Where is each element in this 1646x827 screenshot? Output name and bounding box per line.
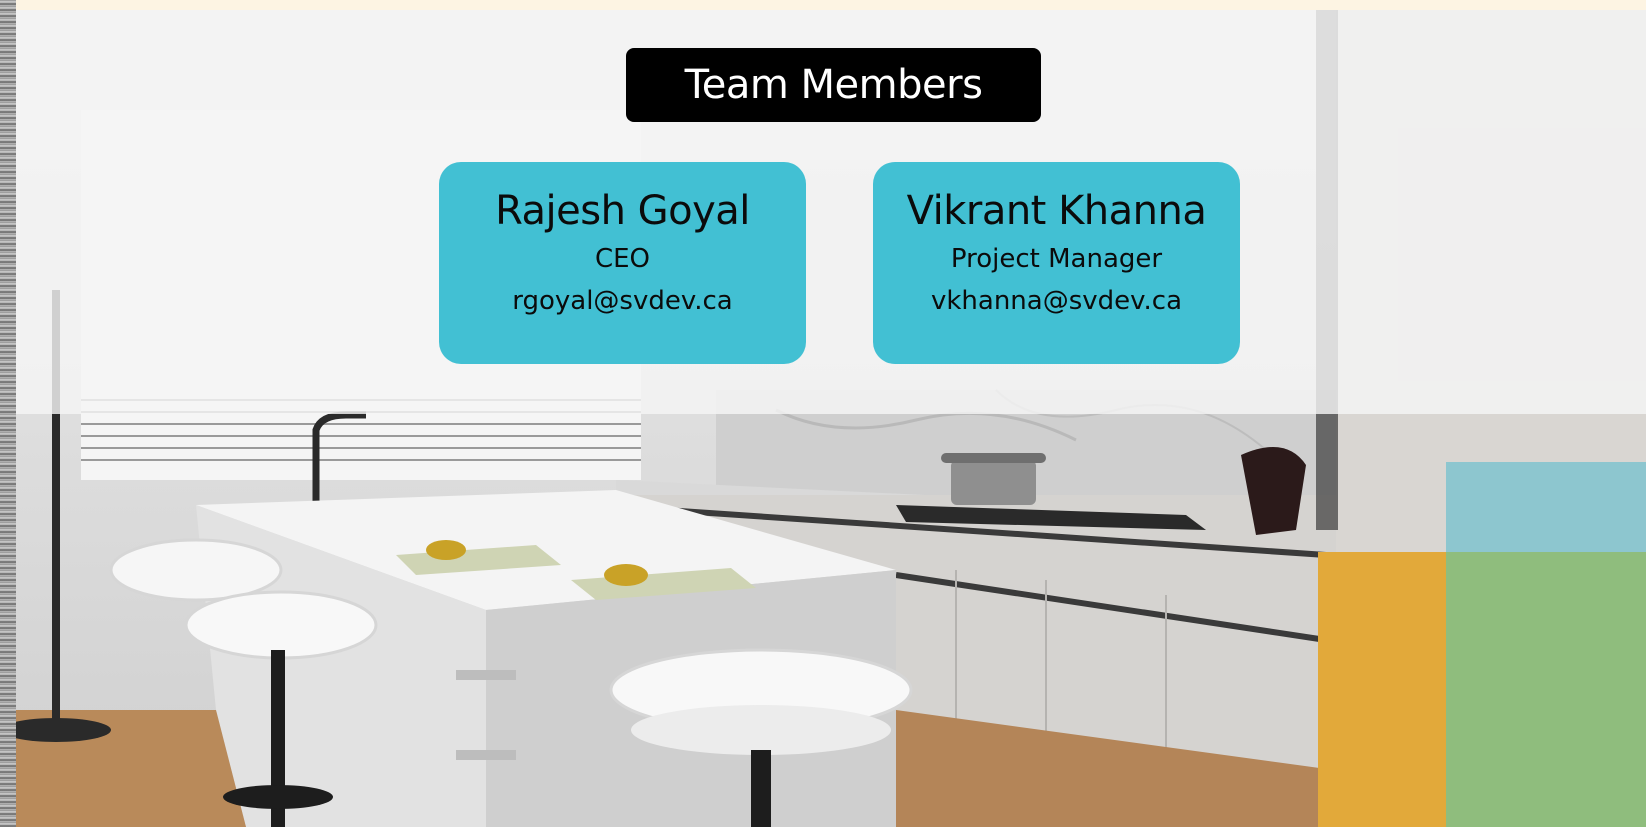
accent-block-blue	[1446, 462, 1646, 552]
accent-block-yellow	[1318, 552, 1446, 827]
member-email[interactable]: vkhanna@svdev.ca	[931, 286, 1182, 316]
left-edge-strip	[0, 0, 16, 827]
member-name: Rajesh Goyal	[495, 188, 750, 234]
team-member-card: Rajesh Goyal CEO rgoyal@svdev.ca	[439, 162, 806, 364]
top-band	[16, 0, 1646, 10]
team-member-card: Vikrant Khanna Project Manager vkhanna@s…	[873, 162, 1240, 364]
member-role: CEO	[594, 244, 651, 274]
accent-block-green	[1446, 552, 1646, 827]
member-role: Project Manager	[950, 244, 1163, 274]
page-title-text: Team Members	[684, 62, 983, 108]
member-name: Vikrant Khanna	[906, 188, 1207, 234]
page-title: Team Members	[626, 48, 1041, 122]
member-email[interactable]: rgoyal@svdev.ca	[512, 286, 732, 316]
